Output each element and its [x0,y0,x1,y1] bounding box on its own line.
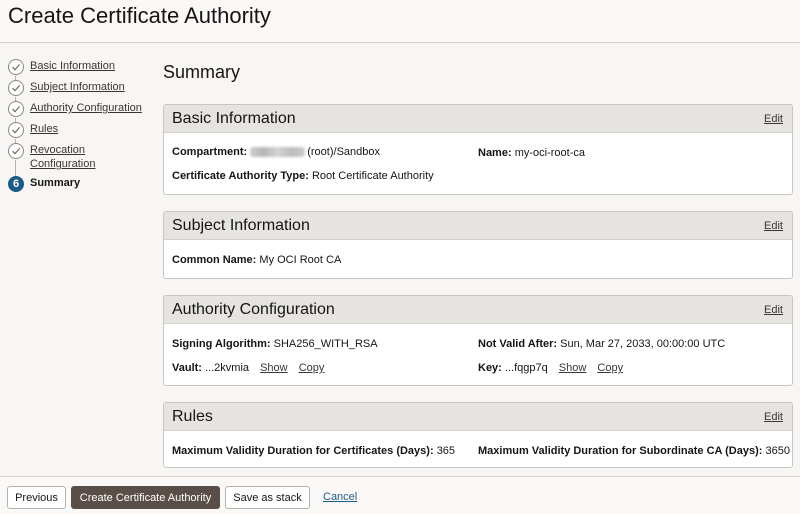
card-title: Basic Information [172,110,296,127]
redacted-value [250,147,306,158]
not-valid-after-field: Not Valid After: Sun, Mar 27, 2033, 00:0… [478,338,725,350]
edit-link[interactable]: Edit [764,113,783,125]
subject-information-card: Subject Information Edit Common Name: My… [163,211,793,279]
vault-show-link[interactable]: Show [260,362,288,374]
footer-bar: Previous Create Certificate Authority Sa… [0,476,800,514]
edit-link[interactable]: Edit [764,304,783,316]
signing-algorithm-label: Signing Algorithm: [172,338,271,350]
check-icon [8,122,24,138]
card-title: Subject Information [172,217,310,234]
vault-field: Vault: ...2kvmia Show Copy [172,362,324,374]
name-label: Name: [478,147,512,159]
not-valid-after-label: Not Valid After: [478,338,558,350]
max-subordinate-validity-value: 3650 [765,445,790,457]
compartment-value: (root)/Sandbox [307,146,380,158]
step-label[interactable]: Authority Configuration [30,101,142,115]
common-name-label: Common Name: [172,254,257,266]
signing-algorithm-value: SHA256_WITH_RSA [273,338,378,350]
cancel-link[interactable]: Cancel [323,491,357,503]
step-number-badge: 6 [8,176,24,192]
not-valid-after-value: Sun, Mar 27, 2033, 00:00:00 UTC [560,338,726,350]
edit-link[interactable]: Edit [764,220,783,232]
max-cert-validity-label: Maximum Validity Duration for Certificat… [172,445,434,457]
ca-type-field: Certificate Authority Type: Root Certifi… [172,170,434,182]
name-value: my-oci-root-ca [514,147,585,159]
check-icon [8,143,24,159]
card-header: Basic Information Edit [164,105,792,133]
authority-configuration-card: Authority Configuration Edit Signing Alg… [163,295,793,386]
step-label[interactable]: Rules [30,122,58,136]
check-icon [8,59,24,75]
page-title: Create Certificate Authority [8,3,271,28]
common-name-field: Common Name: My OCI Root CA [172,254,341,266]
rules-card: Rules Edit Maximum Validity Duration for… [163,402,793,468]
vault-value: ...2kvmia [205,362,250,374]
check-icon [8,80,24,96]
key-show-link[interactable]: Show [559,362,587,374]
step-subject-information[interactable]: Subject Information [8,80,125,96]
vault-copy-link[interactable]: Copy [299,362,325,374]
step-authority-configuration[interactable]: Authority Configuration [8,101,142,117]
card-title: Authority Configuration [172,301,335,318]
step-rules[interactable]: Rules [8,122,58,138]
step-label[interactable]: Basic Information [30,59,115,73]
ca-type-value: Root Certificate Authority [311,170,434,182]
signing-algorithm-field: Signing Algorithm: SHA256_WITH_RSA [172,338,378,350]
ca-type-label: Certificate Authority Type: [172,170,309,182]
step-label[interactable]: Subject Information [30,80,125,94]
key-value: ...fqgp7q [504,362,548,374]
edit-link[interactable]: Edit [764,411,783,423]
vault-label: Vault: [172,362,202,374]
card-title: Rules [172,408,213,425]
card-header: Rules Edit [164,403,792,431]
compartment-label: Compartment: [172,146,248,158]
step-label[interactable]: Revocation Configuration [30,143,110,171]
max-subordinate-validity-field: Maximum Validity Duration for Subordinat… [478,445,790,457]
key-field: Key: ...fqgp7q Show Copy [478,362,623,374]
common-name-value: My OCI Root CA [259,254,342,266]
key-copy-link[interactable]: Copy [597,362,623,374]
card-header: Authority Configuration Edit [164,296,792,324]
step-summary: 6 Summary [8,176,80,192]
compartment-field: Compartment: (root)/Sandbox [172,146,380,158]
step-basic-information[interactable]: Basic Information [8,59,115,75]
basic-information-card: Basic Information Edit Compartment: (roo… [163,104,793,195]
create-certificate-authority-button[interactable]: Create Certificate Authority [71,486,220,509]
step-label: Summary [30,177,81,189]
page-header: Create Certificate Authority [0,0,800,43]
key-label: Key: [478,362,502,374]
max-cert-validity-value: 365 [436,445,456,457]
card-header: Subject Information Edit [164,212,792,240]
max-subordinate-validity-label: Maximum Validity Duration for Subordinat… [478,445,763,457]
previous-button[interactable]: Previous [7,486,66,509]
max-cert-validity-field: Maximum Validity Duration for Certificat… [172,445,455,457]
summary-title: Summary [163,62,241,82]
step-revocation-configuration[interactable]: Revocation Configuration [8,143,110,171]
save-as-stack-button[interactable]: Save as stack [225,486,310,509]
name-field: Name: my-oci-root-ca [478,147,585,159]
check-icon [8,101,24,117]
